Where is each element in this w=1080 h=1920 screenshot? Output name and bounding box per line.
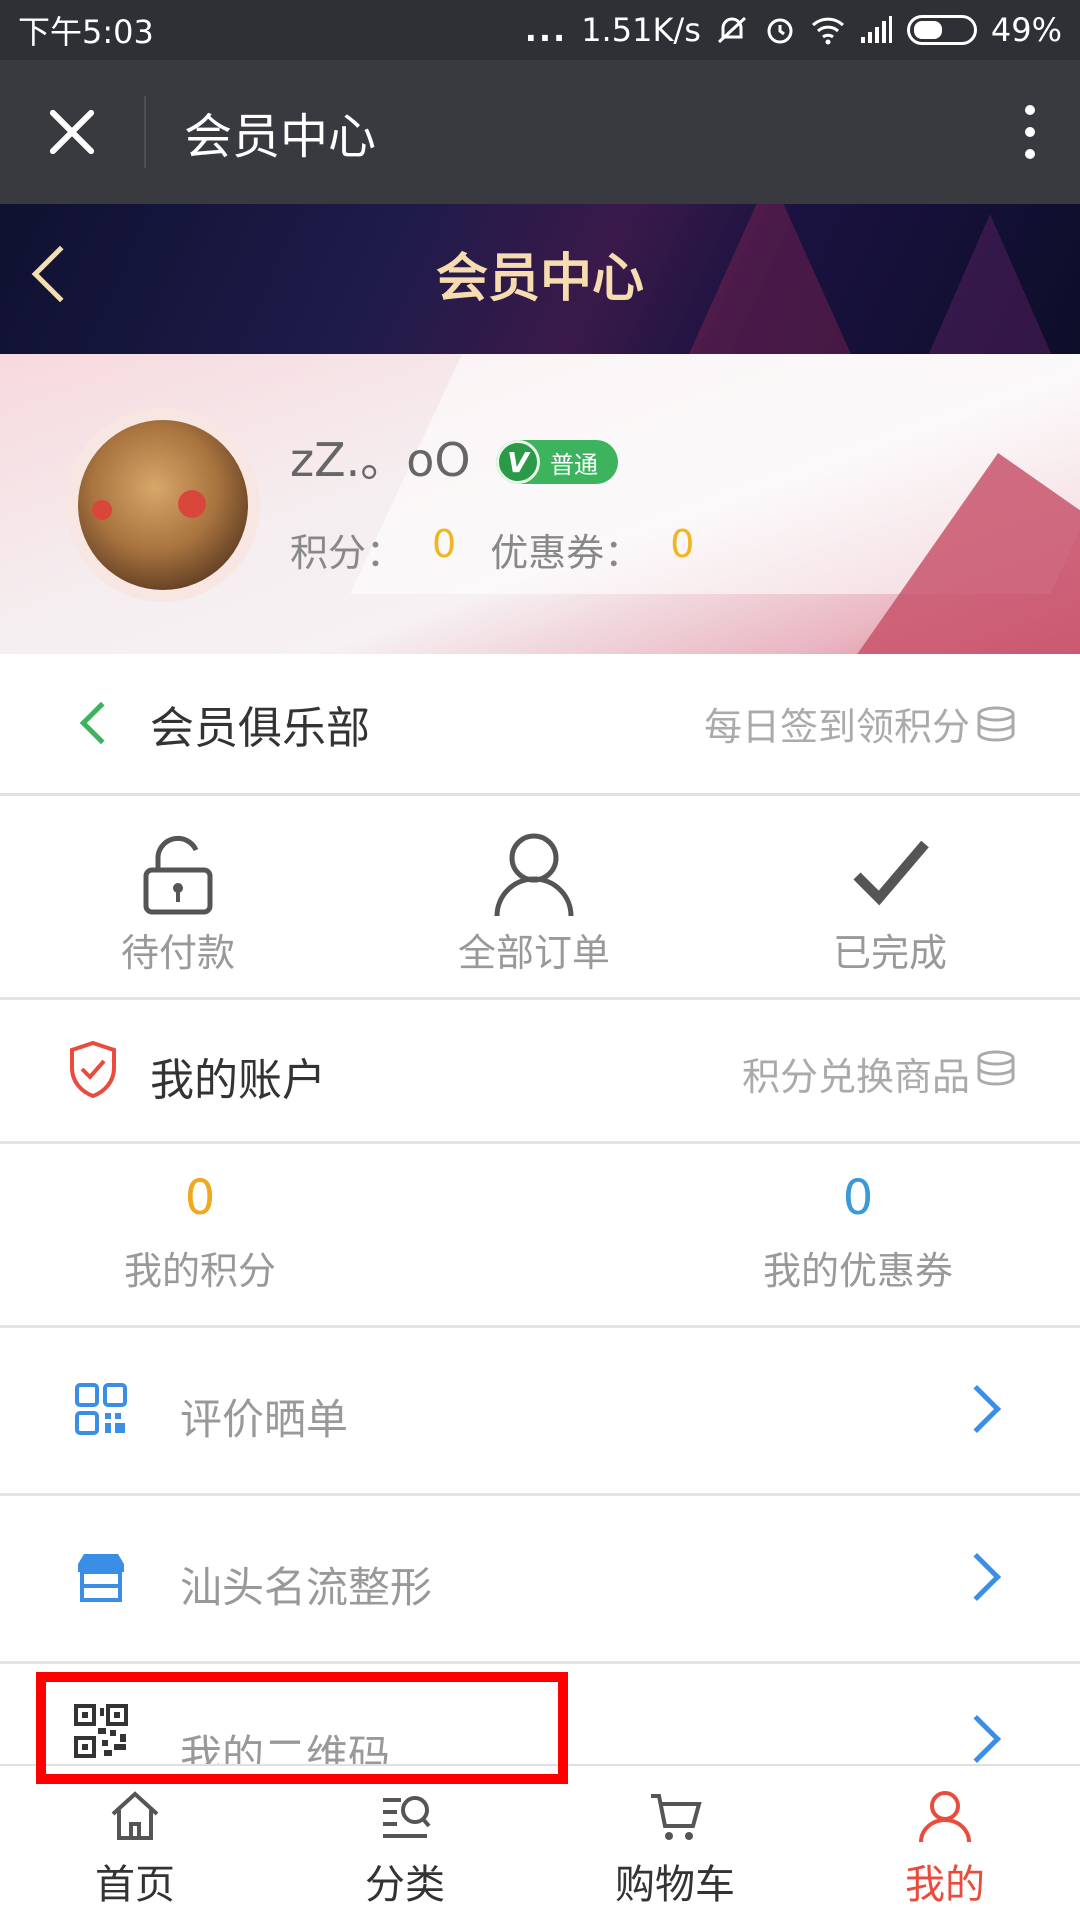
header-divider [144, 96, 146, 168]
order-label: 全部订单 [457, 931, 610, 975]
avatar-detail [178, 490, 206, 518]
close-icon[interactable] [0, 60, 144, 204]
member-club-label: 会员俱乐部 [150, 702, 370, 754]
page-header: 会员中心 [0, 204, 1080, 354]
shield-check-icon [70, 1040, 116, 1098]
alarm-icon [767, 18, 793, 44]
my-coupons[interactable]: 0 我的优惠券 [678, 1144, 1038, 1328]
grid-icon [75, 1383, 127, 1435]
battery-icon [906, 15, 977, 45]
order-all[interactable]: 全部订单 [384, 796, 684, 1000]
status-bar: 下午5:03 ... 1.51K/s 49% [0, 0, 1080, 60]
my-coupons-label: 我的优惠券 [762, 1249, 953, 1293]
bottom-nav: 首页 分类 购物车 我的 [0, 1764, 1080, 1920]
avatar-frame[interactable] [66, 408, 260, 602]
battery-percent: 49% [990, 11, 1062, 49]
nav-home[interactable]: 首页 [0, 1766, 270, 1920]
orders-row: 待付款 全部订单 已完成 [0, 796, 1080, 1000]
profile-card: zZ.。oO V 普通 积分： 0 优惠券： 0 [0, 354, 1080, 654]
username: zZ.。oO [290, 433, 471, 487]
nav-label: 我的 [905, 1862, 985, 1908]
chevron-right-icon [952, 1384, 1002, 1434]
points-value: 0 [432, 522, 457, 566]
highlight-box [36, 1672, 568, 1784]
vip-badge-icon: V [496, 440, 540, 484]
menu-item-label: 汕头名流整形 [180, 1563, 433, 1612]
avatar[interactable] [78, 420, 248, 590]
order-completed[interactable]: 已完成 [740, 796, 1040, 1000]
chevron-right-icon [952, 1552, 1002, 1602]
chevron-right-icon [952, 1714, 1002, 1764]
page-title: 会员中心 [435, 249, 644, 309]
profile-stats: 积分： 0 优惠券： 0 [290, 522, 728, 577]
member-level-badge: V 普通 [496, 440, 618, 484]
nav-label: 首页 [95, 1862, 175, 1908]
coins-icon [977, 1050, 1015, 1086]
mute-icon [717, 16, 746, 44]
my-coupons-value: 0 [842, 1170, 874, 1226]
cart-icon [651, 1794, 702, 1840]
status-time: 下午5:03 [18, 13, 154, 51]
network-speed: 1.51K/s [581, 11, 701, 49]
order-pending-payment[interactable]: 待付款 [28, 796, 328, 1000]
more-notifications-icon: ... [524, 11, 568, 49]
person-icon [494, 833, 574, 916]
nav-me[interactable]: 我的 [810, 1766, 1080, 1920]
coins-icon [977, 706, 1015, 741]
order-label: 待付款 [120, 931, 235, 975]
daily-checkin-link[interactable]: 每日签到领积分 [704, 696, 970, 751]
my-account-row[interactable]: 我的账户 积分兑换商品 [0, 1000, 1080, 1144]
coupons-value: 0 [670, 522, 695, 566]
category-search-icon [383, 1796, 431, 1838]
chevron-left-icon [79, 701, 123, 745]
my-points[interactable]: 0 我的积分 [20, 1144, 380, 1328]
menu-item-label: 评价晒单 [180, 1395, 349, 1444]
lock-icon [143, 835, 213, 915]
balances-row: 0 我的积分 0 我的优惠券 [0, 1144, 1080, 1328]
my-account-label: 我的账户 [150, 1055, 326, 1106]
user-icon [919, 1791, 971, 1843]
redeem-points-link[interactable]: 积分兑换商品 [742, 1046, 970, 1101]
order-label: 已完成 [832, 931, 947, 975]
nav-cart[interactable]: 购物车 [540, 1766, 810, 1920]
avatar-detail [92, 500, 112, 520]
nav-label: 购物车 [615, 1862, 735, 1908]
menu-item-reviews[interactable]: 评价晒单 [0, 1328, 1080, 1496]
member-level-label: 普通 [550, 450, 598, 479]
store-icon [78, 1554, 124, 1602]
more-options-icon[interactable] [980, 60, 1080, 204]
coupons-label: 优惠券： [490, 531, 643, 575]
home-icon [111, 1791, 159, 1840]
checkmark-icon [853, 840, 929, 906]
nav-label: 分类 [365, 1862, 445, 1908]
signal-icon [860, 16, 892, 43]
points-label: 积分： [290, 531, 405, 575]
menu-item-store[interactable]: 汕头名流整形 [0, 1496, 1080, 1664]
wechat-header: 会员中心 [0, 60, 1080, 204]
nav-category[interactable]: 分类 [270, 1766, 540, 1920]
status-icons: ... 1.51K/s 49% [525, 11, 1062, 49]
my-points-label: 我的积分 [123, 1249, 276, 1293]
my-points-value: 0 [184, 1170, 216, 1226]
member-club-row[interactable]: 会员俱乐部 每日签到领积分 [0, 654, 1080, 796]
wifi-icon [811, 17, 844, 45]
wechat-title: 会员中心 [184, 109, 377, 165]
